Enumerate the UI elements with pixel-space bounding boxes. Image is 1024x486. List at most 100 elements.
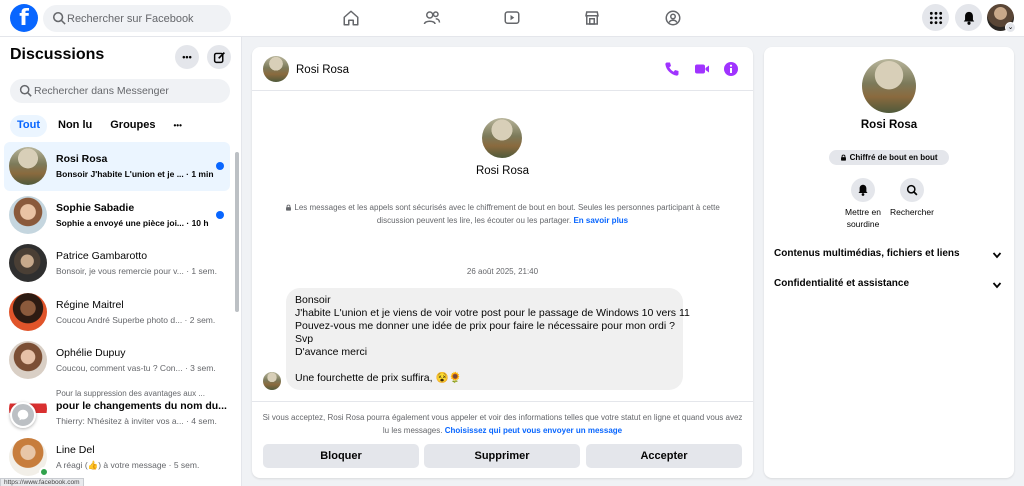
messenger-icon bbox=[17, 409, 29, 421]
chat-header: Rosi Rosa bbox=[252, 47, 753, 91]
unread-indicator bbox=[216, 162, 224, 170]
avatar bbox=[9, 341, 47, 379]
grid-icon bbox=[929, 11, 942, 24]
video-icon[interactable] bbox=[500, 6, 524, 30]
filter-all[interactable]: Tout bbox=[10, 115, 48, 137]
conversation-preview: A réagi (👍) à votre message · 5 sem. bbox=[56, 460, 200, 470]
message-line: Une fourchette de prix suffira, 😵🌻 bbox=[295, 372, 462, 384]
contact-name-center: Rosi Rosa bbox=[475, 165, 530, 177]
filter-groups[interactable]: Groupes bbox=[103, 115, 162, 137]
scrollbar[interactable] bbox=[235, 152, 239, 312]
conversation-list: Rosi Rosa Bonsoir J'habite L'union et je… bbox=[4, 142, 230, 482]
online-status-dot bbox=[39, 467, 49, 477]
conversation-name: Pour la suppression des avantages aux ..… bbox=[56, 388, 205, 398]
marketplace-icon[interactable] bbox=[580, 6, 604, 30]
request-notice: Si vous acceptez, Rosi Rosa pourra égale… bbox=[260, 411, 745, 437]
more-icon: ••• bbox=[182, 52, 192, 62]
bell-icon bbox=[858, 184, 868, 196]
conversation-preview: Bonsoir J'habite L'union et je ... · 1 m… bbox=[56, 169, 214, 179]
conversation-preview: Coucou, comment vas-tu ? Con... · 3 sem. bbox=[56, 363, 216, 373]
status-bar-url: https://www.facebook.com bbox=[0, 478, 84, 486]
block-button[interactable]: Bloquer bbox=[263, 444, 419, 468]
conversation-item[interactable]: Sophie Sabadie Sophie a envoyé une pièce… bbox=[4, 191, 230, 240]
accept-button[interactable]: Accepter bbox=[586, 444, 742, 468]
message-line: Pouvez-vous me donner une idée de prix p… bbox=[295, 320, 675, 332]
avatar bbox=[9, 195, 47, 234]
conversation-name: Rosi Rosa bbox=[56, 153, 108, 165]
filter-more[interactable]: ••• bbox=[166, 115, 188, 137]
conversation-name: Ophélie Dupuy bbox=[56, 347, 126, 359]
chevron-down-icon bbox=[992, 252, 1002, 259]
messenger-search[interactable] bbox=[10, 79, 230, 103]
lock-icon bbox=[286, 204, 292, 211]
search-in-conversation-button[interactable] bbox=[900, 178, 924, 202]
search-action[interactable]: Rechercher bbox=[882, 178, 942, 218]
chat-contact-name[interactable]: Rosi Rosa bbox=[296, 64, 349, 76]
details-contact-name: Rosi Rosa bbox=[860, 119, 918, 131]
chevron-down-icon[interactable]: ⌄ bbox=[1005, 22, 1016, 33]
search-icon bbox=[19, 84, 32, 97]
message-line: D'avance merci bbox=[295, 346, 368, 358]
conversation-item[interactable]: Patrice Gambarotto Bonsoir, je vous reme… bbox=[4, 239, 230, 288]
conversation-preview: Bonsoir, je vous remercie pour v... · 1 … bbox=[56, 266, 217, 276]
contact-avatar-large[interactable] bbox=[482, 118, 522, 158]
search-icon bbox=[52, 11, 66, 25]
conversation-item[interactable]: Rosi Rosa Bonsoir J'habite L'union et je… bbox=[4, 142, 230, 191]
avatar bbox=[9, 244, 47, 282]
video-call-icon[interactable] bbox=[694, 61, 710, 77]
message-line: Svp bbox=[295, 333, 314, 345]
mute-button[interactable] bbox=[851, 178, 875, 202]
filter-unread[interactable]: Non lu bbox=[51, 115, 99, 137]
message-privacy-link[interactable]: Choisissez qui peut vous envoyer un mess… bbox=[445, 426, 622, 435]
conversation-filters: Tout Non lu Groupes ••• bbox=[10, 115, 189, 137]
encryption-badge[interactable]: Chiffré de bout en bout bbox=[829, 150, 949, 165]
compose-icon bbox=[213, 51, 225, 63]
conversation-preview: Coucou André Superbe photo d... · 2 sem. bbox=[56, 314, 216, 325]
conversation-item[interactable]: Line Del A réagi (👍) à votre message · 5… bbox=[4, 433, 230, 482]
conversation-preview: Thierry: N'hésitez à inviter vos a... · … bbox=[56, 415, 217, 426]
conversation-name: Line Del bbox=[56, 444, 95, 456]
notifications-button[interactable] bbox=[955, 4, 982, 31]
new-message-button[interactable] bbox=[207, 45, 231, 69]
section-label: Confidentialité et assistance bbox=[774, 278, 910, 289]
message-bubble[interactable]: Bonsoir J'habite L'union et je viens de … bbox=[286, 288, 690, 390]
message-request-footer: Si vous acceptez, Rosi Rosa pourra égale… bbox=[252, 401, 753, 478]
home-icon[interactable] bbox=[339, 6, 363, 30]
options-button[interactable]: ••• bbox=[175, 45, 199, 69]
conversation-item[interactable]: Régine Maitrel Coucou André Superbe phot… bbox=[4, 288, 230, 337]
minimized-chat-bubble[interactable] bbox=[10, 402, 36, 428]
chevron-down-icon bbox=[992, 282, 1002, 289]
avatar bbox=[9, 147, 47, 185]
unread-indicator bbox=[216, 210, 224, 219]
bell-icon bbox=[963, 11, 974, 25]
conversation-preview: Sophie a envoyé une pièce joi... · 10 h bbox=[56, 217, 209, 228]
groups-icon[interactable] bbox=[661, 6, 685, 30]
facebook-search[interactable] bbox=[43, 5, 231, 32]
conversation-details-panel: Rosi Rosa Chiffré de bout en bout Mettre… bbox=[764, 47, 1014, 478]
conversation-name: Sophie Sabadie bbox=[56, 201, 135, 214]
privacy-support-section[interactable]: Confidentialité et assistance bbox=[774, 278, 1004, 294]
top-navigation-bar: f ⌄ bbox=[0, 0, 1024, 37]
facebook-search-input[interactable] bbox=[67, 5, 227, 32]
lock-icon bbox=[841, 154, 847, 161]
section-label: Contenus multimédias, fichiers et liens bbox=[774, 248, 960, 259]
message-line: J'habite L'union et je viens de voir vot… bbox=[295, 307, 690, 319]
delete-button[interactable]: Supprimer bbox=[424, 444, 580, 468]
phone-icon[interactable] bbox=[664, 61, 680, 77]
messenger-search-input[interactable] bbox=[34, 79, 224, 103]
conversation-item[interactable]: Pour la suppression des avantages aux ..… bbox=[4, 385, 230, 434]
media-files-links-section[interactable]: Contenus multimédias, fichiers et liens bbox=[774, 248, 1004, 264]
search-label: Rechercher bbox=[890, 207, 934, 217]
sidebar-title: Discussions bbox=[10, 46, 105, 63]
avatar[interactable] bbox=[263, 56, 289, 82]
info-icon[interactable] bbox=[723, 61, 739, 77]
menu-grid-button[interactable] bbox=[922, 4, 949, 31]
contact-avatar-large[interactable] bbox=[862, 59, 916, 113]
conversation-name-continued: pour le changements du nom du... bbox=[56, 399, 227, 412]
conversation-name: Régine Maitrel bbox=[56, 298, 124, 311]
learn-more-link[interactable]: En savoir plus bbox=[573, 216, 628, 225]
conversation-item[interactable]: Ophélie Dupuy Coucou, comment vas-tu ? C… bbox=[4, 336, 230, 385]
friends-icon[interactable] bbox=[420, 6, 444, 30]
facebook-logo[interactable]: f bbox=[10, 4, 38, 32]
encryption-notice-text: Les messages et les appels sont sécurisé… bbox=[294, 203, 720, 225]
